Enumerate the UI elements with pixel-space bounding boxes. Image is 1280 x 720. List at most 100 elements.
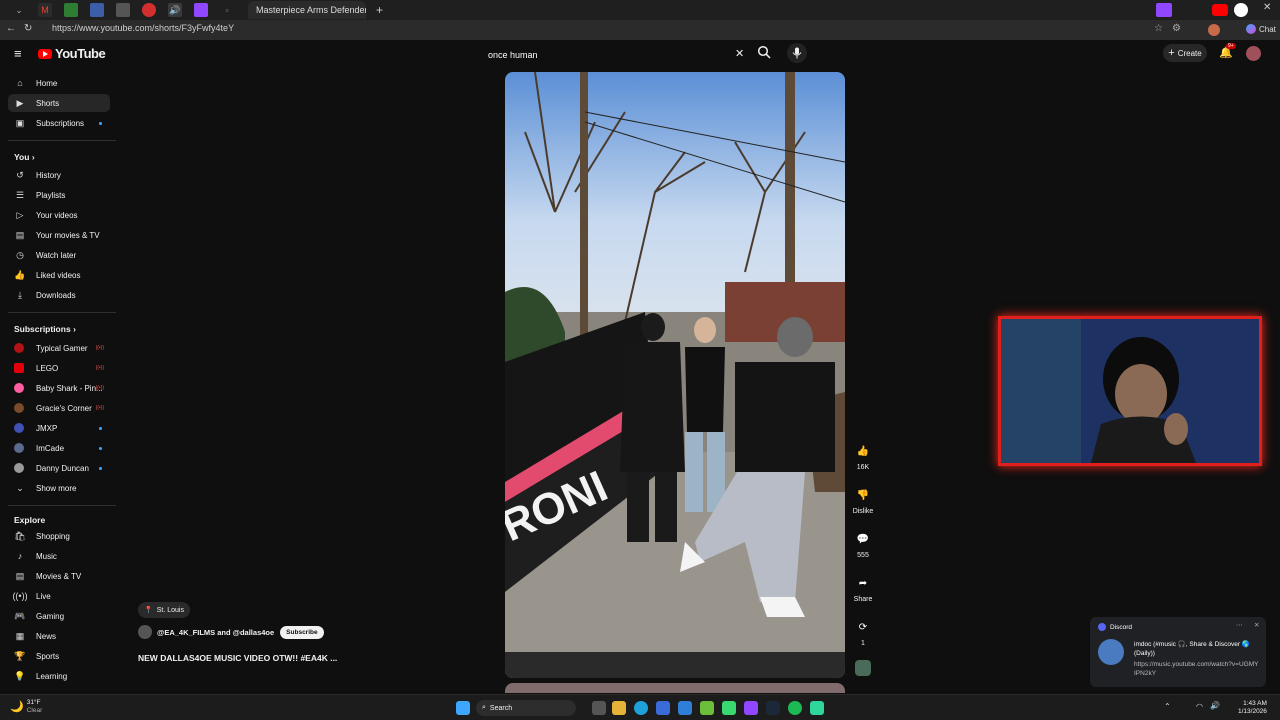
bookmark-icon[interactable]: ☆ <box>1154 23 1163 34</box>
profile-avatar[interactable] <box>1208 24 1220 36</box>
like-action[interactable]: 👍 16K <box>848 440 878 472</box>
tab-icon[interactable] <box>116 3 130 17</box>
back-icon[interactable]: ← <box>6 23 16 34</box>
more-options-icon[interactable]: ⋯ <box>1236 621 1243 629</box>
sheets-tab-icon[interactable] <box>64 3 78 17</box>
twitch-icon[interactable] <box>744 701 758 715</box>
sidebar-item-learning[interactable]: 💡 Learning <box>8 667 110 685</box>
channel-name[interactable]: @EA_4K_FILMS and @dallas4oe <box>157 628 274 637</box>
chat-button[interactable]: Chat <box>1246 24 1276 34</box>
sidebar-item-playlists[interactable]: ☰ Playlists <box>8 186 110 204</box>
share-action[interactable]: ➦ Share <box>848 572 878 604</box>
tab-active[interactable]: Masterpiece Arms Defender Top G ✕ <box>248 1 366 19</box>
audio-tab-icon[interactable]: 🔊 <box>168 3 182 17</box>
sidebar-item-label: Shorts <box>36 98 60 108</box>
remix-icon[interactable]: ⟳ <box>852 616 874 638</box>
sidebar-sub-baby-shark[interactable]: Baby Shark - Pin... ((•)) <box>8 379 110 397</box>
sidebar-sub-typical-gamer[interactable]: Typical Gamer ((•)) <box>8 339 110 357</box>
sidebar-item-watch-later[interactable]: ◷ Watch later <box>8 246 110 264</box>
edge-icon[interactable] <box>634 701 648 715</box>
sidebar-item-movies-tv[interactable]: ▤ Movies & TV <box>8 567 110 585</box>
sidebar-item-your-videos[interactable]: ▷ Your videos <box>8 206 110 224</box>
thumbs-down-icon[interactable]: 👎 <box>852 484 874 506</box>
close-icon[interactable]: ✕ <box>1254 621 1259 629</box>
sidebar-item-label: JMXP <box>36 423 58 433</box>
taskbar-search[interactable]: ⌕ Search <box>476 700 576 716</box>
tab-icon[interactable] <box>90 3 104 17</box>
close-window-icon[interactable]: ✕ <box>1263 2 1271 13</box>
sidebar-item-music[interactable]: ♪ Music <box>8 547 110 565</box>
app-icon[interactable] <box>810 701 824 715</box>
thumbs-up-icon[interactable]: 👍 <box>852 440 874 462</box>
url-field[interactable]: https://www.youtube.com/shorts/F3yFwfy4t… <box>52 23 234 33</box>
sidebar-sub-imcade[interactable]: ImCade <box>8 439 110 457</box>
reload-icon[interactable]: ↻ <box>24 23 32 34</box>
wifi-icon[interactable]: ◠ <box>1196 702 1203 711</box>
comment-icon[interactable]: 💬 <box>852 528 874 550</box>
tray-chevron-icon[interactable]: ⌃ <box>1164 702 1171 711</box>
sidebar-item-history[interactable]: ↺ History <box>8 166 110 184</box>
sidebar-sub-lego[interactable]: LEGO ((•)) <box>8 359 110 377</box>
live-icon: ((•)) <box>95 345 104 351</box>
spotify-icon[interactable] <box>788 701 802 715</box>
tab-icon[interactable] <box>142 3 156 17</box>
sidebar-item-gaming[interactable]: 🎮 Gaming <box>8 607 110 625</box>
profile-icon[interactable] <box>1234 3 1248 17</box>
chevron-down-icon[interactable]: ⌄ <box>12 3 26 17</box>
twitch-tab-icon[interactable] <box>194 3 208 17</box>
gmail-tab-icon[interactable]: M <box>38 3 52 17</box>
steam-icon[interactable] <box>766 701 780 715</box>
clear-search-icon[interactable]: ✕ <box>735 47 744 60</box>
short-title[interactable]: NEW DALLAS4OE MUSIC VIDEO OTW!! #EA4K ..… <box>138 653 337 663</box>
weather-widget[interactable]: 🌙 31°F Clear <box>10 699 42 715</box>
short-video-player[interactable]: RONI <box>505 72 845 678</box>
you-heading[interactable]: You › <box>14 152 35 162</box>
dislike-action[interactable]: 👎 Dislike <box>848 484 878 516</box>
mail-icon[interactable] <box>678 701 692 715</box>
sidebar-item-liked-videos[interactable]: 👍 Liked videos <box>8 266 110 284</box>
channel-avatar[interactable] <box>138 625 152 639</box>
volume-icon[interactable]: 🔊 <box>1210 701 1220 710</box>
file-explorer-icon[interactable] <box>612 701 626 715</box>
new-tab-icon[interactable]: + <box>376 3 383 17</box>
sidebar-item-home[interactable]: ⌂ Home <box>8 74 110 92</box>
store-icon[interactable] <box>656 701 670 715</box>
task-view-icon[interactable] <box>592 701 606 715</box>
windows-start-icon[interactable] <box>456 701 470 715</box>
twitch-extension-icon[interactable] <box>1156 3 1172 17</box>
app-icon[interactable] <box>722 701 736 715</box>
sound-thumbnail[interactable] <box>855 660 871 676</box>
sidebar-sub-danny-duncan[interactable]: Danny Duncan <box>8 459 110 477</box>
sidebar-item-news[interactable]: ▦ News <box>8 627 110 645</box>
show-more-button[interactable]: ⌄ Show more <box>8 479 110 497</box>
search-icon[interactable] <box>757 45 771 59</box>
sidebar-item-sports[interactable]: 🏆 Sports <box>8 647 110 665</box>
menu-icon[interactable]: ≡ <box>14 46 22 61</box>
sidebar-item-shorts[interactable]: ▶ Shorts <box>8 94 110 112</box>
app-icon[interactable] <box>700 701 714 715</box>
account-avatar[interactable] <box>1246 46 1261 61</box>
voice-search-icon[interactable] <box>787 43 807 63</box>
youtube-extension-icon[interactable] <box>1212 4 1228 16</box>
location-chip[interactable]: 📍 St. Louis <box>138 602 190 618</box>
comments-action[interactable]: 💬 555 <box>848 528 878 560</box>
subscriptions-heading[interactable]: Subscriptions › <box>14 324 76 334</box>
sidebar-item-your-movies[interactable]: ▤ Your movies & TV <box>8 226 110 244</box>
sidebar-item-live[interactable]: ((•)) Live <box>8 587 110 605</box>
youtube-logo[interactable]: YouTube <box>38 46 106 61</box>
subscribe-button[interactable]: Subscribe <box>280 625 324 639</box>
next-short-preview[interactable] <box>505 683 845 693</box>
clock[interactable]: 1:43 AM 1/13/2026 <box>1238 700 1267 716</box>
search-input[interactable]: once human <box>482 44 752 66</box>
extensions-icon[interactable]: ⚙ <box>1172 23 1181 34</box>
sidebar-item-downloads[interactable]: ⤓ Downloads <box>8 286 110 304</box>
sidebar-item-shopping[interactable]: 🛍 Shopping <box>8 527 110 545</box>
sidebar-sub-jmxp[interactable]: JMXP <box>8 419 110 437</box>
create-button[interactable]: + Create <box>1163 44 1207 62</box>
share-icon[interactable]: ➦ <box>852 572 874 594</box>
tab-icon[interactable]: ▫ <box>220 3 234 17</box>
sidebar-item-subscriptions[interactable]: ▣ Subscriptions <box>8 114 110 132</box>
remix-action[interactable]: ⟳ 1 <box>848 616 878 648</box>
discord-notification[interactable]: Discord ⋯ ✕ imdoc (#music 🎧, Share & Dis… <box>1090 617 1266 687</box>
sidebar-sub-gracies-corner[interactable]: Gracie's Corner ((•)) <box>8 399 110 417</box>
